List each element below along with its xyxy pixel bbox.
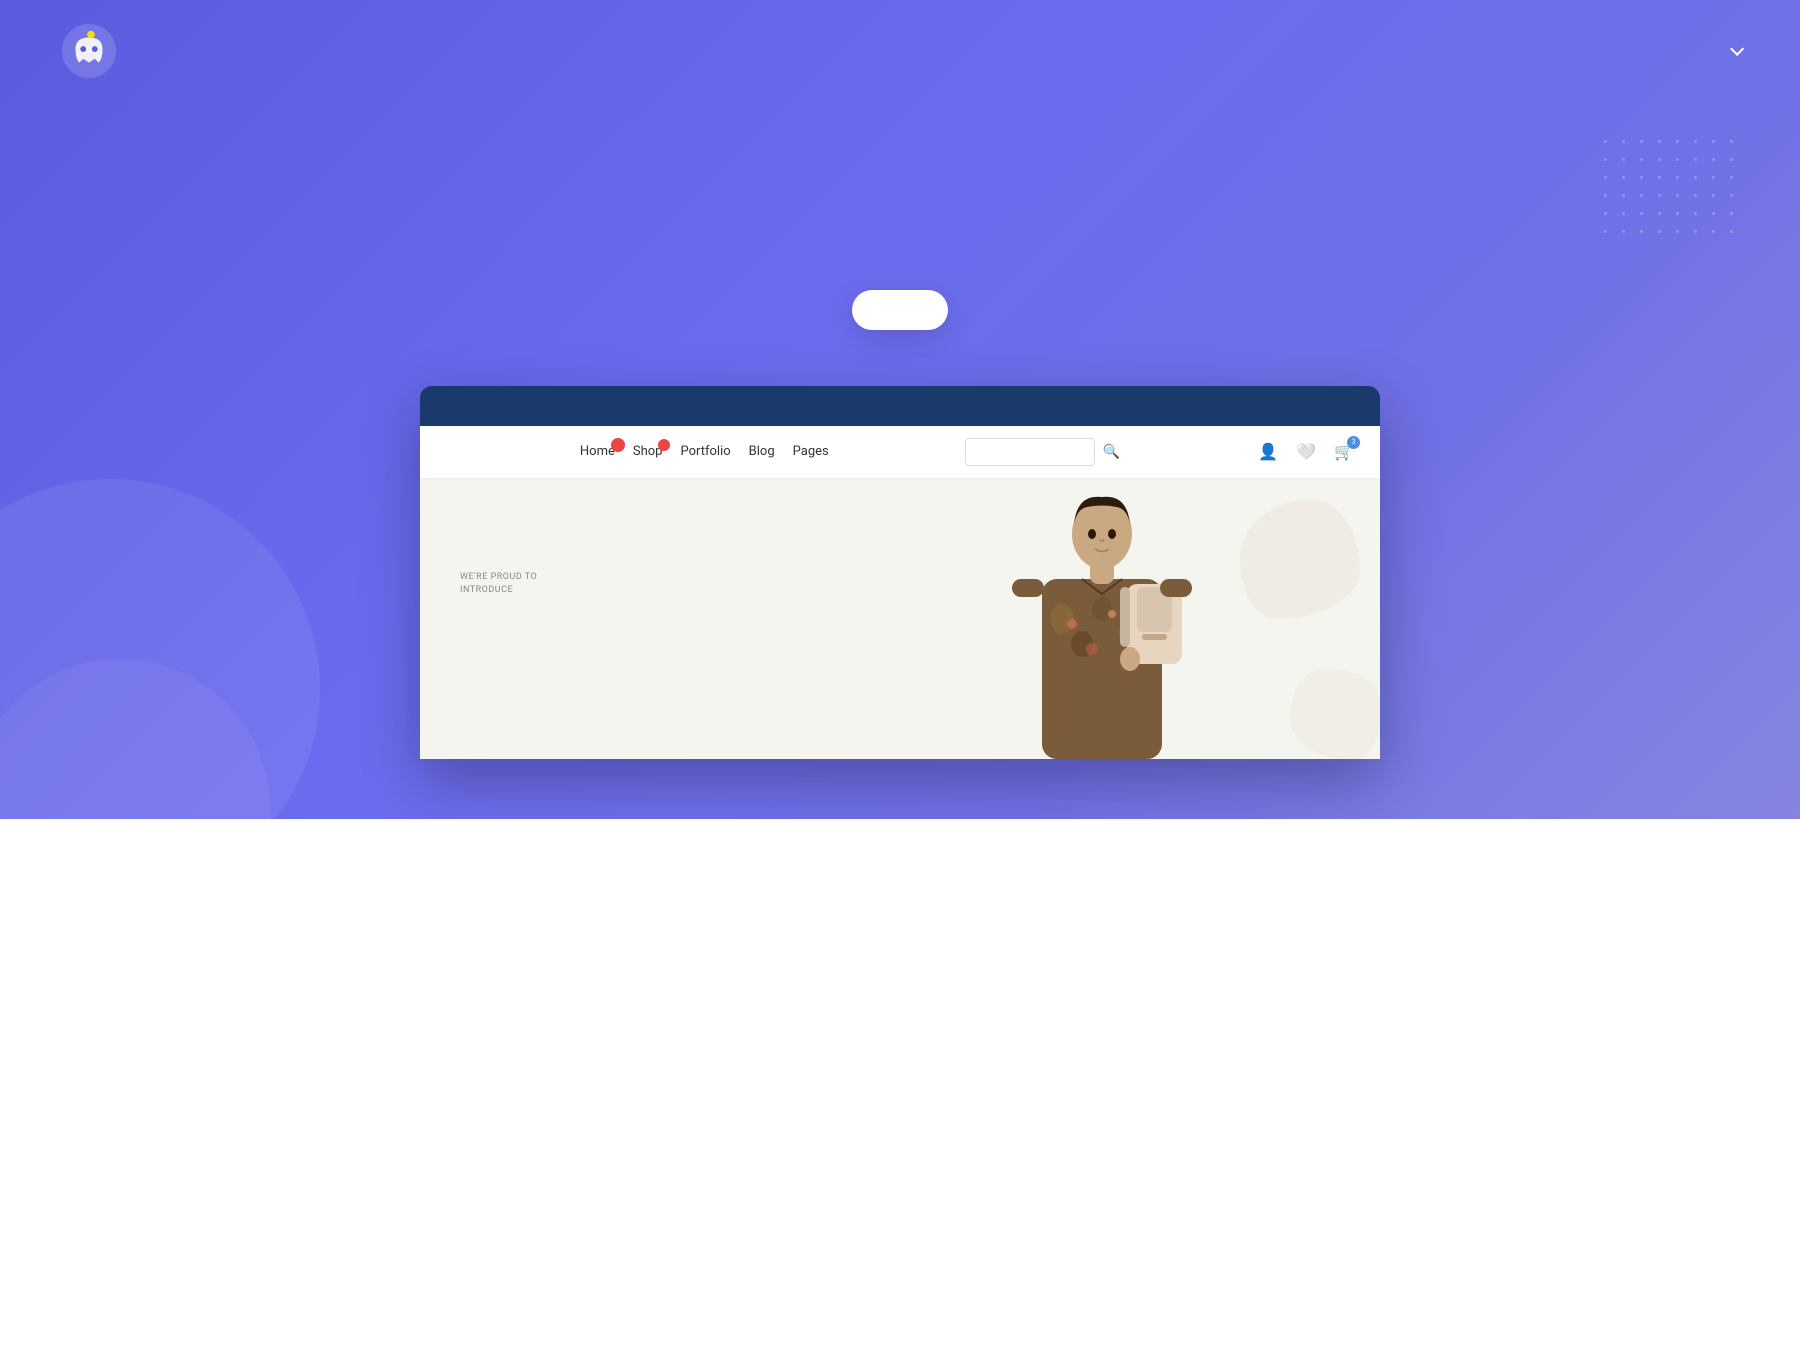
person-illustration [952,479,1252,759]
chevron-down-icon [1730,42,1744,56]
inner-hero-title [460,606,783,668]
hero-section: const dp = document.querySelector('.dots… [0,0,1800,819]
nav-item-help[interactable] [1726,46,1740,56]
dots-decoration: const dp = document.querySelector('.dots… [1604,140,1740,240]
inner-search-input[interactable] [965,438,1095,466]
browser-mockup: Home Shop Portfolio Blog Pages 🔍 👤 🤍 [420,386,1380,759]
logo[interactable] [60,22,128,80]
inner-nav-blog[interactable]: Blog [749,444,775,459]
inner-hero-eyebrow: WE'RE PROUD TOINTRODUCE [460,571,783,596]
cart-icon[interactable]: 🛒 3 [1332,440,1356,464]
blob-decoration-1 [1240,499,1360,619]
inner-nav-home[interactable]: Home [580,444,615,459]
inner-hero-content: WE'RE PROUD TOINTRODUCE [420,479,823,759]
announcement-bar [420,386,1380,426]
main-nav [1546,46,1740,56]
logo-icon [60,22,118,80]
inner-nav-icons: 👤 🤍 🛒 3 [1256,440,1356,464]
inner-hero: WE'RE PROUD TOINTRODUCE [420,479,1380,759]
inner-nav-shop[interactable]: Shop [633,444,663,459]
inner-hero-image [823,479,1380,759]
shop-badge [658,439,670,451]
home-badge [611,438,625,452]
inner-nav-pages[interactable]: Pages [793,444,829,459]
user-icon[interactable]: 👤 [1256,440,1280,464]
cart-count-badge: 3 [1347,436,1360,449]
blob-decoration-2 [1290,669,1380,759]
site-header [0,0,1800,102]
wishlist-icon[interactable]: 🤍 [1294,440,1318,464]
inner-nav-portfolio[interactable]: Portfolio [680,444,730,459]
search-icon[interactable]: 🔍 [1103,444,1120,460]
cta-button[interactable] [852,290,948,330]
inner-search: 🔍 [965,438,1120,466]
inner-nav: Home Shop Portfolio Blog Pages 🔍 👤 🤍 [420,426,1380,479]
